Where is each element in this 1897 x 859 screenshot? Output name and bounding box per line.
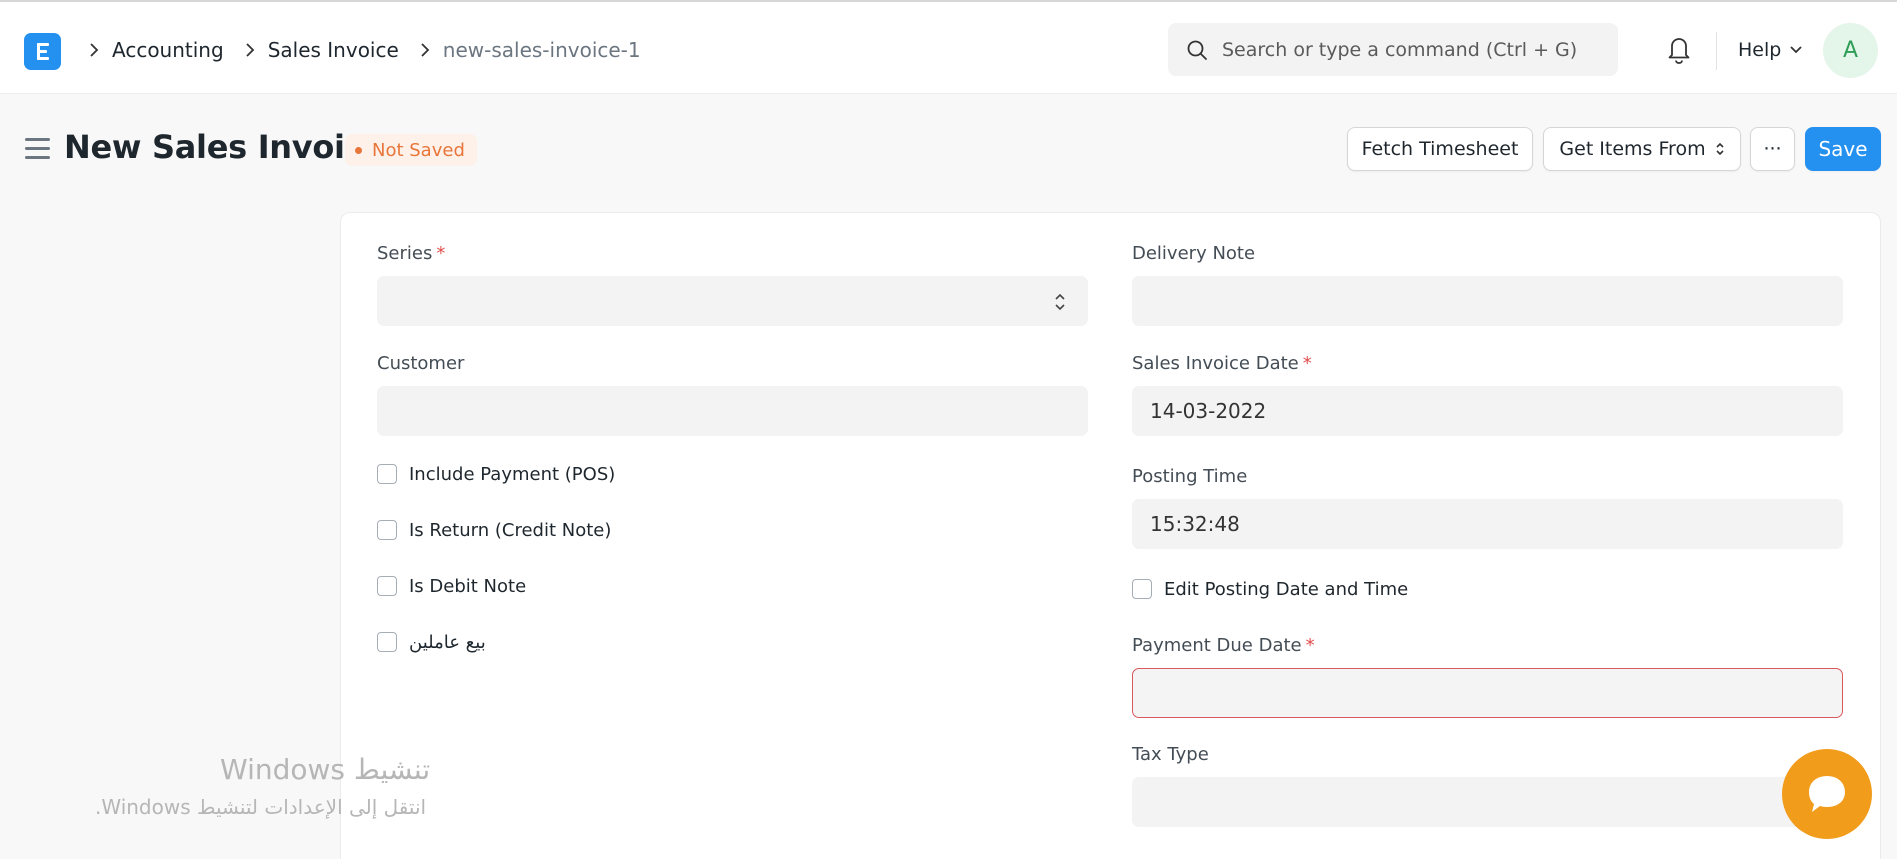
delivery-note-field[interactable] xyxy=(1132,276,1843,326)
status-label: Not Saved xyxy=(372,139,465,161)
series-label: Series * xyxy=(377,243,445,264)
top-navbar: Accounting Sales Invoice new-sales-invoi… xyxy=(0,0,1897,94)
hamburger-icon[interactable] xyxy=(25,138,50,160)
required-marker: * xyxy=(436,243,446,264)
more-actions-button[interactable]: ··· xyxy=(1750,127,1795,171)
checkbox-box[interactable] xyxy=(377,464,397,484)
series-label-text: Series xyxy=(377,243,433,264)
payment-due-date-label: Payment Due Date * xyxy=(1132,635,1315,656)
edit-posting-checkbox[interactable]: Edit Posting Date and Time xyxy=(1132,577,1408,601)
tax-type-label: Tax Type xyxy=(1132,744,1209,765)
employee-sale-label: بيع عاملين xyxy=(409,631,486,653)
chat-icon xyxy=(1809,776,1845,812)
is-debit-note-checkbox[interactable]: Is Debit Note xyxy=(377,574,526,598)
employee-sale-checkbox[interactable]: بيع عاملين xyxy=(377,630,486,654)
required-marker: * xyxy=(1302,353,1312,374)
posting-time-value: 15:32:48 xyxy=(1150,512,1240,536)
sales-invoice-date-label: Sales Invoice Date * xyxy=(1132,353,1312,374)
chevron-right-icon xyxy=(236,36,264,64)
checkbox-box[interactable] xyxy=(1132,579,1152,599)
save-button[interactable]: Save xyxy=(1805,127,1881,171)
include-payment-checkbox[interactable]: Include Payment (POS) xyxy=(377,462,615,486)
form-card: Series * Customer Include Payment (POS) I… xyxy=(340,212,1881,859)
chevron-down-icon xyxy=(1790,46,1802,54)
search-icon xyxy=(1187,40,1207,60)
payment-due-date-field[interactable] xyxy=(1132,668,1843,718)
include-payment-label: Include Payment (POS) xyxy=(409,463,616,485)
chevron-right-icon xyxy=(411,36,439,64)
sales-invoice-date-value: 14-03-2022 xyxy=(1150,399,1267,423)
chat-widget-button[interactable] xyxy=(1782,749,1872,839)
breadcrumb-sales-invoice[interactable]: Sales Invoice xyxy=(264,38,411,62)
tax-type-field[interactable] xyxy=(1132,777,1843,827)
user-avatar[interactable]: A xyxy=(1823,23,1878,78)
checkbox-box[interactable] xyxy=(377,632,397,652)
checkbox-box[interactable] xyxy=(377,520,397,540)
required-marker: * xyxy=(1305,635,1315,656)
status-badge: Not Saved xyxy=(345,134,477,166)
help-dropdown[interactable]: Help xyxy=(1738,37,1803,63)
posting-time-label: Posting Time xyxy=(1132,466,1248,487)
breadcrumb-accounting[interactable]: Accounting xyxy=(108,38,236,62)
posting-time-field[interactable]: 15:32:48 xyxy=(1132,499,1843,549)
sort-arrows-icon xyxy=(1716,142,1724,156)
search-bar[interactable] xyxy=(1168,23,1618,76)
customer-label: Customer xyxy=(377,353,465,374)
get-items-from-button[interactable]: Get Items From xyxy=(1543,127,1741,171)
breadcrumb-current-doc[interactable]: new-sales-invoice-1 xyxy=(439,38,653,62)
chevron-right-icon xyxy=(80,36,108,64)
navbar-divider xyxy=(1716,32,1717,70)
status-dot xyxy=(355,146,362,154)
windows-activation-subtitle: انتقل إلى الإعدادات لتنشيط Windows. xyxy=(95,795,427,819)
page-title: New Sales Invoice xyxy=(64,128,385,166)
windows-activation-title: تنشيط Windows xyxy=(220,753,431,786)
is-return-checkbox[interactable]: Is Return (Credit Note) xyxy=(377,518,611,542)
delivery-note-label: Delivery Note xyxy=(1132,243,1256,264)
series-select[interactable] xyxy=(377,276,1088,326)
customer-field[interactable] xyxy=(377,386,1088,436)
get-items-from-label: Get Items From xyxy=(1559,138,1706,160)
sales-invoice-date-label-text: Sales Invoice Date xyxy=(1132,353,1299,374)
edit-posting-label: Edit Posting Date and Time xyxy=(1164,578,1409,600)
breadcrumb: Accounting Sales Invoice new-sales-invoi… xyxy=(80,36,653,64)
sales-invoice-date-field[interactable]: 14-03-2022 xyxy=(1132,386,1843,436)
is-return-label: Is Return (Credit Note) xyxy=(409,519,612,541)
fetch-timesheet-button[interactable]: Fetch Timesheet xyxy=(1347,127,1533,171)
search-input[interactable] xyxy=(1222,23,1602,76)
payment-due-date-label-text: Payment Due Date xyxy=(1132,635,1302,656)
is-debit-note-label: Is Debit Note xyxy=(409,575,527,597)
sort-arrows-icon xyxy=(1055,293,1065,311)
checkbox-box[interactable] xyxy=(377,576,397,596)
app-logo-icon[interactable] xyxy=(24,33,61,70)
bell-icon[interactable] xyxy=(1665,34,1693,64)
help-label: Help xyxy=(1738,39,1782,61)
